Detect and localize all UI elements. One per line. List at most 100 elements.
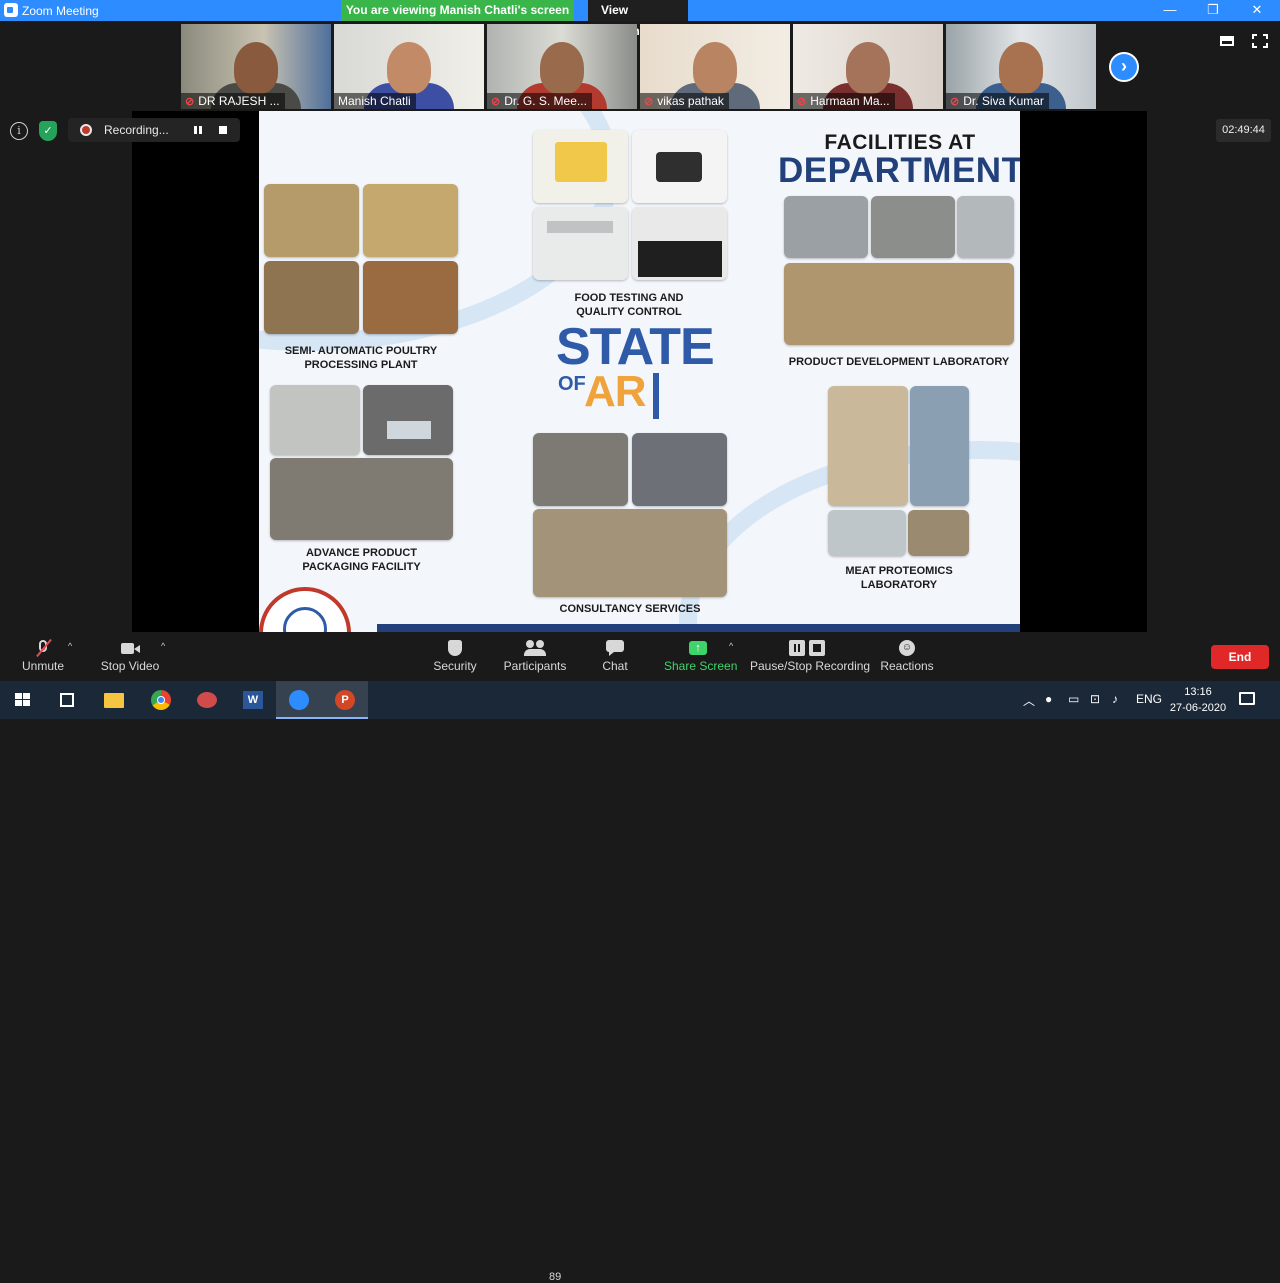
caption-packaging: ADVANCE PRODUCT PACKAGING FACILITY — [302, 547, 421, 573]
video-options-chevron-icon[interactable]: ^ — [161, 641, 165, 651]
zoom-taskbar-icon[interactable] — [276, 681, 322, 719]
participant-face — [999, 42, 1043, 94]
photo-food-testing — [632, 207, 727, 280]
notification-center-icon[interactable] — [1227, 681, 1267, 719]
photo-packaging — [270, 385, 360, 455]
reaction-smiley-icon: ☺ — [898, 640, 916, 656]
security-button[interactable]: Security — [430, 632, 480, 681]
reactions-button[interactable]: ☺ Reactions — [880, 632, 934, 681]
photo-consultancy — [533, 433, 628, 506]
state-of-art-heading: STATE — [556, 318, 715, 376]
word-icon[interactable]: W — [230, 681, 276, 719]
participant-face — [540, 42, 584, 94]
view-options-button[interactable]: View Options⌄ — [588, 0, 688, 38]
tray-chevron-icon[interactable]: ︿ — [1023, 692, 1035, 709]
state-of-art-decoration — [653, 373, 659, 419]
pause-stop-recording-button[interactable]: Pause/Stop Recording — [750, 632, 870, 681]
tray-network-icon[interactable]: ⊡ — [1090, 692, 1100, 706]
photo-poultry-plant — [363, 261, 458, 334]
muted-mic-icon: ⊘ — [950, 96, 960, 108]
file-explorer-icon[interactable] — [91, 681, 137, 719]
chat-bubble-icon — [606, 640, 624, 656]
photo-product-development — [957, 196, 1014, 258]
photo-poultry-plant — [264, 261, 359, 334]
caption-consultancy: CONSULTANCY SERVICES — [559, 603, 701, 615]
muted-mic-icon: ⊘ — [797, 96, 807, 108]
photo-product-development — [871, 196, 955, 258]
photo-food-testing — [533, 130, 628, 203]
close-button[interactable]: ✕ — [1234, 0, 1280, 21]
participant-tile[interactable]: ⊘ vikas pathak — [640, 24, 790, 109]
encryption-shield-icon[interactable]: ✓ — [39, 121, 57, 141]
end-meeting-button[interactable]: End — [1211, 645, 1269, 669]
window-title: Zoom Meeting — [22, 4, 99, 18]
chrome-icon[interactable] — [138, 681, 184, 719]
pause-recording-icon[interactable] — [194, 126, 202, 134]
tray-microphone-icon[interactable]: ● — [1045, 692, 1052, 706]
participant-tile[interactable]: ⊘ Dr. G. S. Mee... — [487, 24, 637, 109]
department-heading: DEPARTMENT — [778, 151, 1020, 190]
task-view-icon[interactable] — [45, 681, 91, 719]
fullscreen-icon[interactable] — [1252, 34, 1268, 48]
windows-start-icon[interactable] — [0, 681, 46, 719]
chat-button[interactable]: Chat — [596, 632, 634, 681]
caption-proteomics: MEAT PROTEOMICS LABORATORY — [845, 565, 953, 591]
video-camera-icon — [121, 640, 140, 656]
photo-proteomics — [828, 386, 908, 506]
share-screen-icon: ↑ — [689, 640, 707, 656]
snipping-tool-icon[interactable] — [184, 681, 230, 719]
unmute-button[interactable]: Unmute — [18, 632, 68, 681]
participant-name-label: ⊘ Dr. Siva Kumar — [946, 93, 1049, 109]
windows-taskbar: W P ︿ ● ▭ ⊡ ♪ ENG 13:16 27-06-2020 — [0, 681, 1280, 719]
taskbar-clock[interactable]: 13:16 27-06-2020 — [1168, 684, 1228, 716]
photo-proteomics — [910, 386, 969, 506]
photo-product-development — [784, 196, 868, 258]
meeting-toolbar: Unmute ^ Stop Video ^ Security Participa… — [0, 632, 1280, 1283]
photo-poultry-plant — [363, 184, 458, 257]
tray-volume-icon[interactable]: ♪ — [1112, 692, 1118, 706]
restore-button[interactable]: ❐ — [1190, 0, 1236, 21]
muted-mic-icon: ⊘ — [644, 96, 654, 108]
participant-name-label: ⊘ Harmaan Ma... — [793, 93, 895, 109]
recording-label: Recording... — [104, 123, 169, 137]
view-layout-icon[interactable] — [1220, 34, 1236, 48]
participants-count: 89 — [549, 1271, 562, 1283]
participants-button[interactable]: Participants — [503, 632, 567, 681]
tray-language[interactable]: ENG — [1136, 692, 1162, 706]
taskbar-time: 13:16 — [1184, 686, 1212, 698]
caption-food-testing: FOOD TESTING AND QUALITY CONTROL — [574, 292, 684, 318]
tray-battery-icon[interactable]: ▭ — [1068, 692, 1079, 706]
participant-face — [234, 42, 278, 94]
pause-stop-recording-icon — [787, 640, 827, 656]
photo-poultry-plant — [264, 184, 359, 257]
photo-packaging — [363, 385, 453, 455]
meeting-timer: 02:49:44 — [1216, 119, 1271, 142]
participant-tile[interactable]: ⊘ DR RAJESH ... — [181, 24, 331, 109]
participant-tile[interactable]: ⊘ Dr. Siva Kumar — [946, 24, 1096, 109]
audio-options-chevron-icon[interactable]: ^ — [68, 641, 72, 651]
photo-product-development — [784, 263, 1014, 345]
participant-tile[interactable]: ⊘ Harmaan Ma... — [793, 24, 943, 109]
caption-poultry-plant: SEMI- AUTOMATIC POULTRY PROCESSING PLANT — [284, 345, 438, 371]
powerpoint-icon[interactable]: P — [322, 681, 368, 719]
taskbar-date: 27-06-2020 — [1169, 702, 1227, 714]
minimize-button[interactable]: — — [1147, 0, 1193, 21]
viewing-screen-banner: You are viewing Manish Chatli's screen — [341, 0, 574, 21]
stop-recording-icon[interactable] — [219, 126, 227, 134]
participant-name-label: Manish Chatli — [334, 93, 416, 109]
participant-face — [387, 42, 431, 94]
participant-face — [846, 42, 890, 94]
photo-food-testing — [533, 207, 628, 280]
participant-tile[interactable]: Manish Chatli — [334, 24, 484, 109]
photo-food-testing — [632, 130, 727, 203]
participants-icon — [524, 640, 546, 656]
share-options-chevron-icon[interactable]: ^ — [729, 641, 733, 651]
meeting-info-icon[interactable]: i — [10, 122, 28, 140]
stop-video-button[interactable]: Stop Video — [97, 632, 163, 681]
photo-proteomics — [908, 510, 969, 556]
muted-mic-icon — [34, 638, 52, 658]
next-page-arrow-icon[interactable]: › — [1109, 52, 1139, 82]
share-screen-button[interactable]: ↑ Share Screen — [664, 632, 737, 681]
security-shield-icon — [446, 640, 464, 656]
recording-dot-icon — [80, 124, 92, 136]
